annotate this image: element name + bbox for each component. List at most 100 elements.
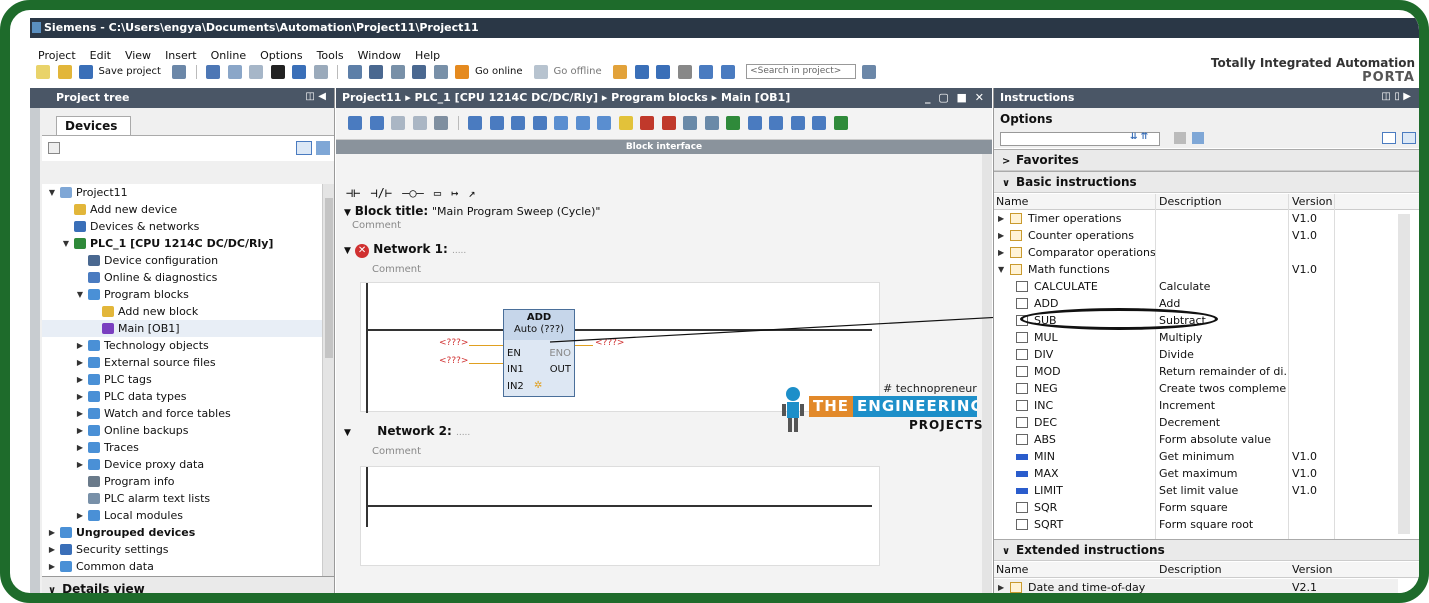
col-name[interactable]: Name bbox=[996, 195, 1028, 208]
block-title-value[interactable]: "Main Program Sweep (Cycle)" bbox=[432, 205, 600, 218]
chevron-down-icon[interactable]: ▼ bbox=[62, 235, 70, 252]
portal-view-strip[interactable] bbox=[30, 108, 40, 593]
delete-icon[interactable] bbox=[270, 64, 285, 79]
tab-devices[interactable]: Devices bbox=[56, 116, 131, 136]
add-block-type[interactable]: Auto (???) bbox=[504, 324, 574, 336]
project-search-input[interactable]: <Search in project> bbox=[746, 64, 857, 79]
start-cpu-icon[interactable] bbox=[433, 64, 448, 79]
instruction-row[interactable]: ▶ Date and time-of-day V2.1 bbox=[994, 579, 1398, 593]
chevron-right-icon[interactable]: ▶ bbox=[48, 558, 56, 575]
tree-item[interactable]: Add new block bbox=[42, 303, 322, 320]
print-icon[interactable] bbox=[172, 64, 187, 79]
instruction-row[interactable]: MIN Get minimum V1.0 bbox=[994, 448, 1398, 465]
tree-item[interactable]: ▼ PLC_1 [CPU 1214C DC/DC/Rly] bbox=[42, 235, 322, 252]
chevron-right-icon[interactable]: ▶ bbox=[998, 227, 1004, 244]
network-1-comment[interactable]: Comment bbox=[372, 264, 421, 275]
stop-cpu-icon[interactable] bbox=[656, 64, 671, 79]
instruction-row[interactable]: MAX Get maximum V1.0 bbox=[994, 465, 1398, 482]
cross-reference-icon[interactable] bbox=[677, 64, 692, 79]
tree-item[interactable]: Online & diagnostics bbox=[42, 269, 322, 286]
modify-icon[interactable] bbox=[661, 116, 676, 130]
instruction-row[interactable]: CALCULATE Calculate bbox=[994, 278, 1398, 295]
tree-item[interactable]: ▶ Traces bbox=[42, 439, 322, 456]
upload-icon[interactable] bbox=[390, 64, 405, 79]
instruction-row[interactable]: DIV Divide bbox=[994, 346, 1398, 363]
filter-icon[interactable] bbox=[1174, 132, 1186, 144]
go-offline-icon[interactable] bbox=[534, 64, 548, 79]
save-project-button[interactable]: Save project bbox=[99, 66, 161, 77]
basic-instructions-header[interactable]: ∨ Basic instructions bbox=[994, 171, 1419, 193]
comment-line-icon[interactable] bbox=[812, 116, 826, 130]
favorites-icon[interactable] bbox=[618, 116, 633, 130]
col-name[interactable]: Name bbox=[996, 563, 1028, 576]
block-comment[interactable]: Comment bbox=[352, 220, 401, 231]
chevron-down-icon[interactable]: ▼ bbox=[48, 184, 56, 201]
instruction-row[interactable]: MUL Multiply bbox=[994, 329, 1398, 346]
details-view-header[interactable]: ∨ Details view bbox=[42, 576, 334, 593]
chevron-right-icon[interactable]: ▶ bbox=[76, 439, 84, 456]
open-project-icon[interactable] bbox=[57, 64, 72, 79]
settings-icon[interactable] bbox=[1192, 132, 1204, 144]
editor-scrollbar[interactable] bbox=[982, 154, 992, 593]
tree-item[interactable]: Add new device bbox=[42, 201, 322, 218]
chevron-right-icon[interactable]: ▶ bbox=[998, 244, 1004, 261]
chevron-down-icon[interactable]: ▼ bbox=[998, 261, 1004, 278]
close-branch-icon[interactable]: ↗ bbox=[468, 186, 475, 200]
instruction-row[interactable]: INC Increment bbox=[994, 397, 1398, 414]
instructions-scrollbar[interactable] bbox=[1398, 214, 1410, 534]
chevron-right-icon[interactable]: ▶ bbox=[48, 524, 56, 541]
overview-icon[interactable] bbox=[296, 141, 312, 155]
chevron-down-icon[interactable]: ▼ bbox=[344, 208, 351, 218]
tree-item[interactable]: Devices & networks bbox=[42, 218, 322, 235]
open-branch-icon[interactable]: ↦ bbox=[451, 186, 458, 200]
tree-item[interactable]: Device configuration bbox=[42, 252, 322, 269]
chevron-right-icon[interactable]: ▶ bbox=[76, 354, 84, 371]
extended-instructions-header[interactable]: ∨ Extended instructions bbox=[994, 539, 1419, 561]
instruction-row[interactable]: ADD Add bbox=[994, 295, 1398, 312]
normally-open-contact-icon[interactable]: ⊣⊢ bbox=[346, 186, 360, 200]
tree-item[interactable]: Program info bbox=[42, 473, 322, 490]
network-2-header[interactable]: ▼ Network 2: ..... bbox=[344, 424, 470, 438]
tree-item[interactable]: ▼ Program blocks bbox=[42, 286, 322, 303]
network-1-header[interactable]: ▼ ✕ Network 1: ..... bbox=[344, 242, 466, 258]
undo-icon[interactable] bbox=[292, 64, 307, 79]
insert-network-icon[interactable] bbox=[348, 116, 362, 130]
absolute-operands-icon[interactable] bbox=[554, 116, 568, 130]
cut-icon[interactable] bbox=[206, 64, 221, 79]
add-instruction-block[interactable]: ADD Auto (???) EN ENO IN1 OUT IN2 ✲ bbox=[503, 309, 575, 397]
chevron-right-icon[interactable]: ▶ bbox=[76, 371, 84, 388]
go-online-icon[interactable] bbox=[455, 64, 470, 79]
panel-controls-icon[interactable]: ◫ ▯ ▶ bbox=[1381, 91, 1411, 102]
tree-item[interactable]: ▶ Online backups bbox=[42, 422, 322, 439]
tree-item[interactable]: ▶ Watch and force tables bbox=[42, 405, 322, 422]
tree-item[interactable]: ▶ Ungrouped devices bbox=[42, 524, 322, 541]
uncomment-line-icon[interactable] bbox=[833, 116, 848, 130]
col-version[interactable]: Version bbox=[1292, 195, 1332, 208]
window-controls[interactable]: _ ▢ ■ ✕ bbox=[925, 91, 986, 104]
instruction-row[interactable]: ▼ Math functions V1.0 bbox=[994, 261, 1398, 278]
tree-item[interactable]: ▶ Local modules bbox=[42, 507, 322, 524]
chevron-right-icon[interactable]: ▶ bbox=[998, 579, 1004, 593]
instruction-row[interactable]: ▶ Timer operations V1.0 bbox=[994, 210, 1398, 227]
grid-view-icon[interactable] bbox=[48, 142, 60, 154]
tree-item[interactable]: ▶ PLC tags bbox=[42, 371, 322, 388]
chevron-right-icon[interactable]: ▶ bbox=[76, 507, 84, 524]
tree-item[interactable]: ▶ Common data bbox=[42, 558, 322, 575]
empty-box-icon[interactable]: ▭ bbox=[434, 186, 441, 200]
network-overview-icon[interactable] bbox=[597, 116, 611, 130]
add-input-icon[interactable]: ✲ bbox=[534, 380, 542, 391]
coil-icon[interactable]: –○– bbox=[402, 186, 424, 200]
paste-icon[interactable] bbox=[249, 64, 264, 79]
save-icon[interactable] bbox=[79, 64, 93, 79]
add-row-icon[interactable] bbox=[412, 116, 427, 130]
redo-icon[interactable] bbox=[313, 64, 328, 79]
close-all-networks-icon[interactable] bbox=[489, 116, 504, 130]
tree-item[interactable]: ▶ PLC data types bbox=[42, 388, 322, 405]
reset-start-values-icon[interactable] bbox=[434, 116, 448, 130]
compile-icon[interactable] bbox=[347, 64, 362, 79]
chevron-right-icon[interactable]: ▶ bbox=[76, 456, 84, 473]
col-description[interactable]: Description bbox=[1159, 563, 1222, 576]
instruction-row[interactable]: LIMIT Set limit value V1.0 bbox=[994, 482, 1398, 499]
instruction-row[interactable]: SQRT Form square root bbox=[994, 516, 1398, 533]
tree-item[interactable]: ▶ External source files bbox=[42, 354, 322, 371]
